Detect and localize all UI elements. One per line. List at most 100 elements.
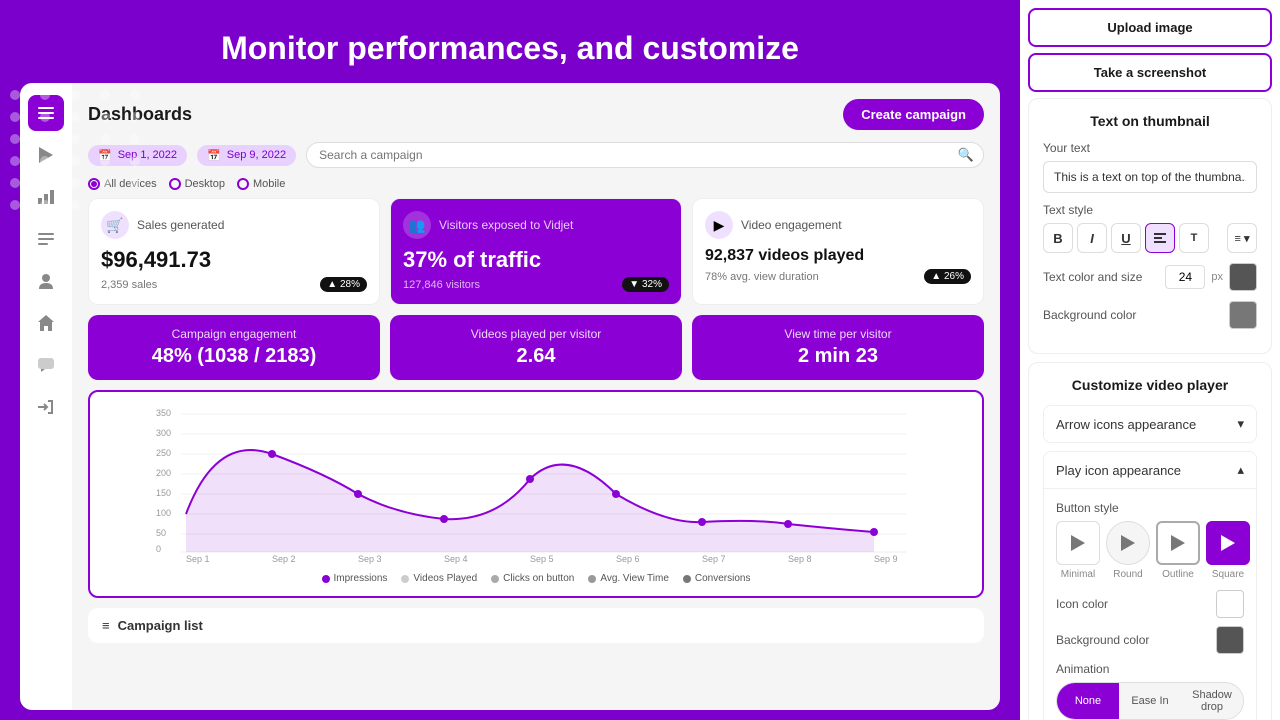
play-icon-accordion: Play icon appearance ▴ Button style Mini… <box>1043 451 1257 720</box>
anim-shadow-btn[interactable]: Shadow drop <box>1181 683 1243 719</box>
take-screenshot-button[interactable]: Take a screenshot <box>1028 53 1272 92</box>
search-box: 🔍 <box>306 142 984 168</box>
nav-item-export[interactable] <box>28 389 64 425</box>
bg-color-player-swatch[interactable] <box>1216 626 1244 654</box>
mid-stat-campaign: Campaign engagement 48% (1038 / 2183) <box>88 315 380 380</box>
round-preview <box>1106 521 1150 565</box>
svg-text:Sep 7: Sep 7 <box>702 554 726 564</box>
dashboard-filters: 📅 Sep 1, 2022 📅 Sep 9, 2022 🔍 <box>88 142 984 168</box>
svg-text:150: 150 <box>156 488 171 498</box>
btn-style-square[interactable]: Square <box>1206 521 1250 580</box>
main-area: Monitor performances, and customize <box>0 0 1020 720</box>
svg-text:50: 50 <box>156 528 166 538</box>
dashboard-content: Dashboards Create campaign 📅 Sep 1, 2022… <box>72 83 1000 710</box>
text-style-row: B I U T ≡ ▾ <box>1043 223 1257 253</box>
list-icon: ≡ <box>102 618 110 633</box>
chart-card: 350 300 250 200 150 100 50 0 <box>88 390 984 598</box>
button-style-row: Minimal Round Outline <box>1056 521 1244 580</box>
btn-style-round[interactable]: Round <box>1106 521 1150 580</box>
nav-item-list[interactable] <box>28 221 64 257</box>
customize-section-title: Customize video player <box>1043 377 1257 393</box>
svg-text:Sep 4: Sep 4 <box>444 554 468 564</box>
underline-button[interactable]: U <box>1111 223 1141 253</box>
thumbnail-text-input[interactable] <box>1043 161 1257 193</box>
align-left-button[interactable] <box>1145 223 1175 253</box>
svg-text:350: 350 <box>156 408 171 418</box>
chevron-down-icon: ▾ <box>1237 416 1244 432</box>
search-input[interactable] <box>306 142 984 168</box>
svg-text:Sep 5: Sep 5 <box>530 554 554 564</box>
visitors-icon: 👥 <box>403 211 431 239</box>
chart-svg: 350 300 250 200 150 100 50 0 <box>102 404 970 564</box>
engagement-icon: ▶ <box>705 211 733 239</box>
mid-stat-videos: Videos played per visitor 2.64 <box>390 315 682 380</box>
bg-color-player-label: Background color <box>1056 633 1149 647</box>
device-filters: All devices Desktop Mobile <box>88 178 984 190</box>
bg-color-label: Background color <box>1043 308 1223 322</box>
stats-row: 🛒 Sales generated $96,491.73 2,359 sales… <box>88 198 984 305</box>
dashboard-header: Dashboards Create campaign <box>88 99 984 130</box>
svg-text:Sep 2: Sep 2 <box>272 554 296 564</box>
italic-button[interactable]: I <box>1077 223 1107 253</box>
outline-preview <box>1156 521 1200 565</box>
stat-card-engagement: ▶ Video engagement 92,837 videos played … <box>692 198 984 305</box>
campaign-list-label: Campaign list <box>118 618 203 633</box>
animation-row: None Ease In Shadow drop <box>1056 682 1244 720</box>
customize-video-player-section: Customize video player Arrow icons appea… <box>1028 362 1272 720</box>
thumbnail-text-section: Text on thumbnail Your text Text style B… <box>1028 98 1272 354</box>
stat-card-sales: 🛒 Sales generated $96,491.73 2,359 sales… <box>88 198 380 305</box>
text-color-label: Text color and size <box>1043 270 1159 284</box>
search-icon: 🔍 <box>958 147 974 163</box>
svg-text:100: 100 <box>156 508 171 518</box>
campaign-list-header: ≡ Campaign list <box>88 608 984 643</box>
play-icon-body: Button style Minimal Round <box>1044 488 1256 720</box>
thumbnail-section-title: Text on thumbnail <box>1043 113 1257 129</box>
bold-button[interactable]: B <box>1043 223 1073 253</box>
filter-desktop[interactable]: Desktop <box>169 178 225 190</box>
arrow-icons-accordion-header[interactable]: Arrow icons appearance ▾ <box>1044 406 1256 442</box>
filter-mobile[interactable]: Mobile <box>237 178 285 190</box>
stat-card-visitors: 👥 Visitors exposed to Vidjet 37% of traf… <box>390 198 682 305</box>
btn-style-outline[interactable]: Outline <box>1156 521 1200 580</box>
your-text-label: Your text <box>1043 141 1257 155</box>
anim-easein-btn[interactable]: Ease In <box>1119 683 1181 719</box>
text-color-row: Text color and size px <box>1043 263 1257 291</box>
play-icon-accordion-header[interactable]: Play icon appearance ▴ <box>1044 452 1256 488</box>
create-campaign-button[interactable]: Create campaign <box>843 99 984 130</box>
svg-text:250: 250 <box>156 448 171 458</box>
page-title: Monitor performances, and customize <box>20 30 1000 67</box>
date-filter-to[interactable]: 📅 Sep 9, 2022 <box>197 145 296 166</box>
bg-color-swatch[interactable] <box>1229 301 1257 329</box>
mid-stat-viewtime: View time per visitor 2 min 23 <box>692 315 984 380</box>
text-color-swatch[interactable] <box>1229 263 1257 291</box>
bg-color-player-row: Background color <box>1056 626 1244 654</box>
svg-text:300: 300 <box>156 428 171 438</box>
icon-color-row: Icon color <box>1056 590 1244 618</box>
sales-icon: 🛒 <box>101 211 129 239</box>
chevron-up-icon: ▴ <box>1237 462 1244 478</box>
nav-item-user[interactable] <box>28 263 64 299</box>
minimal-preview <box>1056 521 1100 565</box>
chart-legend: Impressions Videos Played Clicks on butt… <box>102 573 970 584</box>
arrow-icons-accordion: Arrow icons appearance ▾ <box>1043 405 1257 443</box>
mid-stats-row: Campaign engagement 48% (1038 / 2183) Vi… <box>88 315 984 380</box>
icon-color-label: Icon color <box>1056 597 1108 611</box>
button-style-label: Button style <box>1056 501 1244 515</box>
decorative-dots <box>10 90 148 210</box>
square-preview <box>1206 521 1250 565</box>
right-panel: Upload image Take a screenshot Text on t… <box>1020 0 1280 720</box>
calendar-icon-2: 📅 <box>207 149 221 162</box>
anim-none-btn[interactable]: None <box>1057 683 1119 719</box>
play-icon-label: Play icon appearance <box>1056 463 1181 478</box>
dashboard-wrapper: Dashboards Create campaign 📅 Sep 1, 2022… <box>20 83 1000 710</box>
text-style-label: Text style <box>1043 203 1257 217</box>
text-format-button[interactable]: T <box>1179 223 1209 253</box>
nav-item-chat[interactable] <box>28 347 64 383</box>
upload-image-button[interactable]: Upload image <box>1028 8 1272 47</box>
icon-color-swatch[interactable] <box>1216 590 1244 618</box>
nav-item-home[interactable] <box>28 305 64 341</box>
align-options-button[interactable]: ≡ ▾ <box>1227 223 1257 253</box>
svg-text:Sep 8: Sep 8 <box>788 554 812 564</box>
btn-style-minimal[interactable]: Minimal <box>1056 521 1100 580</box>
font-size-input[interactable] <box>1165 265 1205 289</box>
